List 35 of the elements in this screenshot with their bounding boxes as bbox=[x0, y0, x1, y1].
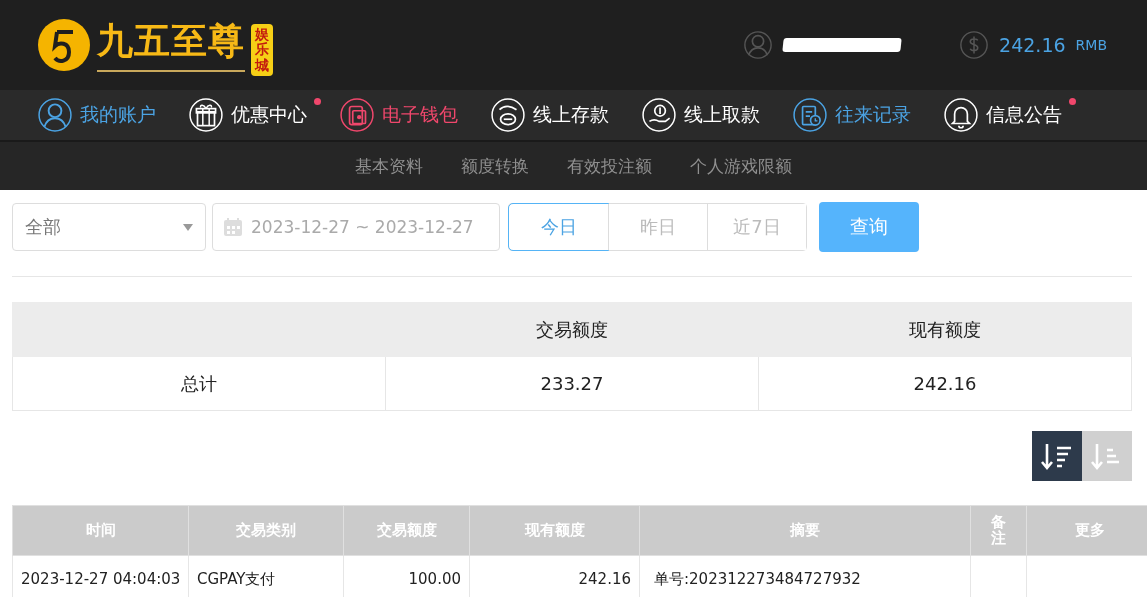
logo-badge: 娱乐城 bbox=[251, 23, 273, 77]
logo-icon bbox=[37, 18, 91, 72]
clipboard-clock-icon bbox=[793, 98, 827, 132]
submenu-link[interactable]: 基本资料 bbox=[355, 154, 423, 178]
submenu-link[interactable]: 额度转换 bbox=[461, 154, 529, 178]
table-cell: 总计 bbox=[12, 356, 386, 411]
sort-descending-button[interactable] bbox=[1032, 431, 1082, 481]
calendar-icon bbox=[223, 217, 243, 237]
type-dropdown[interactable]: 全部 bbox=[12, 203, 206, 251]
nav-tab[interactable]: 线上存款 bbox=[491, 98, 609, 132]
submenu-link[interactable]: 有效投注额 bbox=[567, 154, 652, 178]
bell-icon bbox=[944, 98, 978, 132]
wallet-icon bbox=[340, 98, 374, 132]
nav-tab[interactable]: 往来记录 bbox=[793, 98, 911, 132]
user-icon bbox=[38, 98, 72, 132]
gift-icon bbox=[189, 98, 223, 132]
dollar-icon bbox=[959, 30, 990, 60]
nav-tab[interactable]: 线上取款 bbox=[642, 98, 760, 132]
date-tab[interactable]: 今日 bbox=[509, 204, 608, 250]
nav-tab[interactable]: 我的账户 bbox=[38, 98, 156, 132]
submenu-link[interactable]: 个人游戏限额 bbox=[690, 154, 792, 178]
header-cell: 现有额度 bbox=[758, 302, 1132, 357]
coin-hand-icon bbox=[491, 98, 525, 132]
nav-tab[interactable]: 信息公告 bbox=[944, 98, 1062, 132]
user-icon bbox=[743, 30, 774, 60]
logo-title: 九五至尊 bbox=[97, 17, 245, 73]
currency-label: RMB bbox=[1075, 37, 1107, 53]
dollar-hand-icon bbox=[642, 98, 676, 132]
table-cell: 242.16 bbox=[758, 356, 1132, 411]
table-cell: 233.27 bbox=[385, 356, 759, 411]
header-cell: 交易额度 bbox=[385, 302, 759, 357]
nav-tab[interactable]: 优惠中心 bbox=[189, 98, 307, 132]
nav-tab[interactable]: 电子钱包 bbox=[340, 98, 458, 132]
balance-amount: 242.16 bbox=[999, 34, 1066, 56]
table-cell: 2023-12-27 04:04:03 bbox=[12, 555, 189, 597]
